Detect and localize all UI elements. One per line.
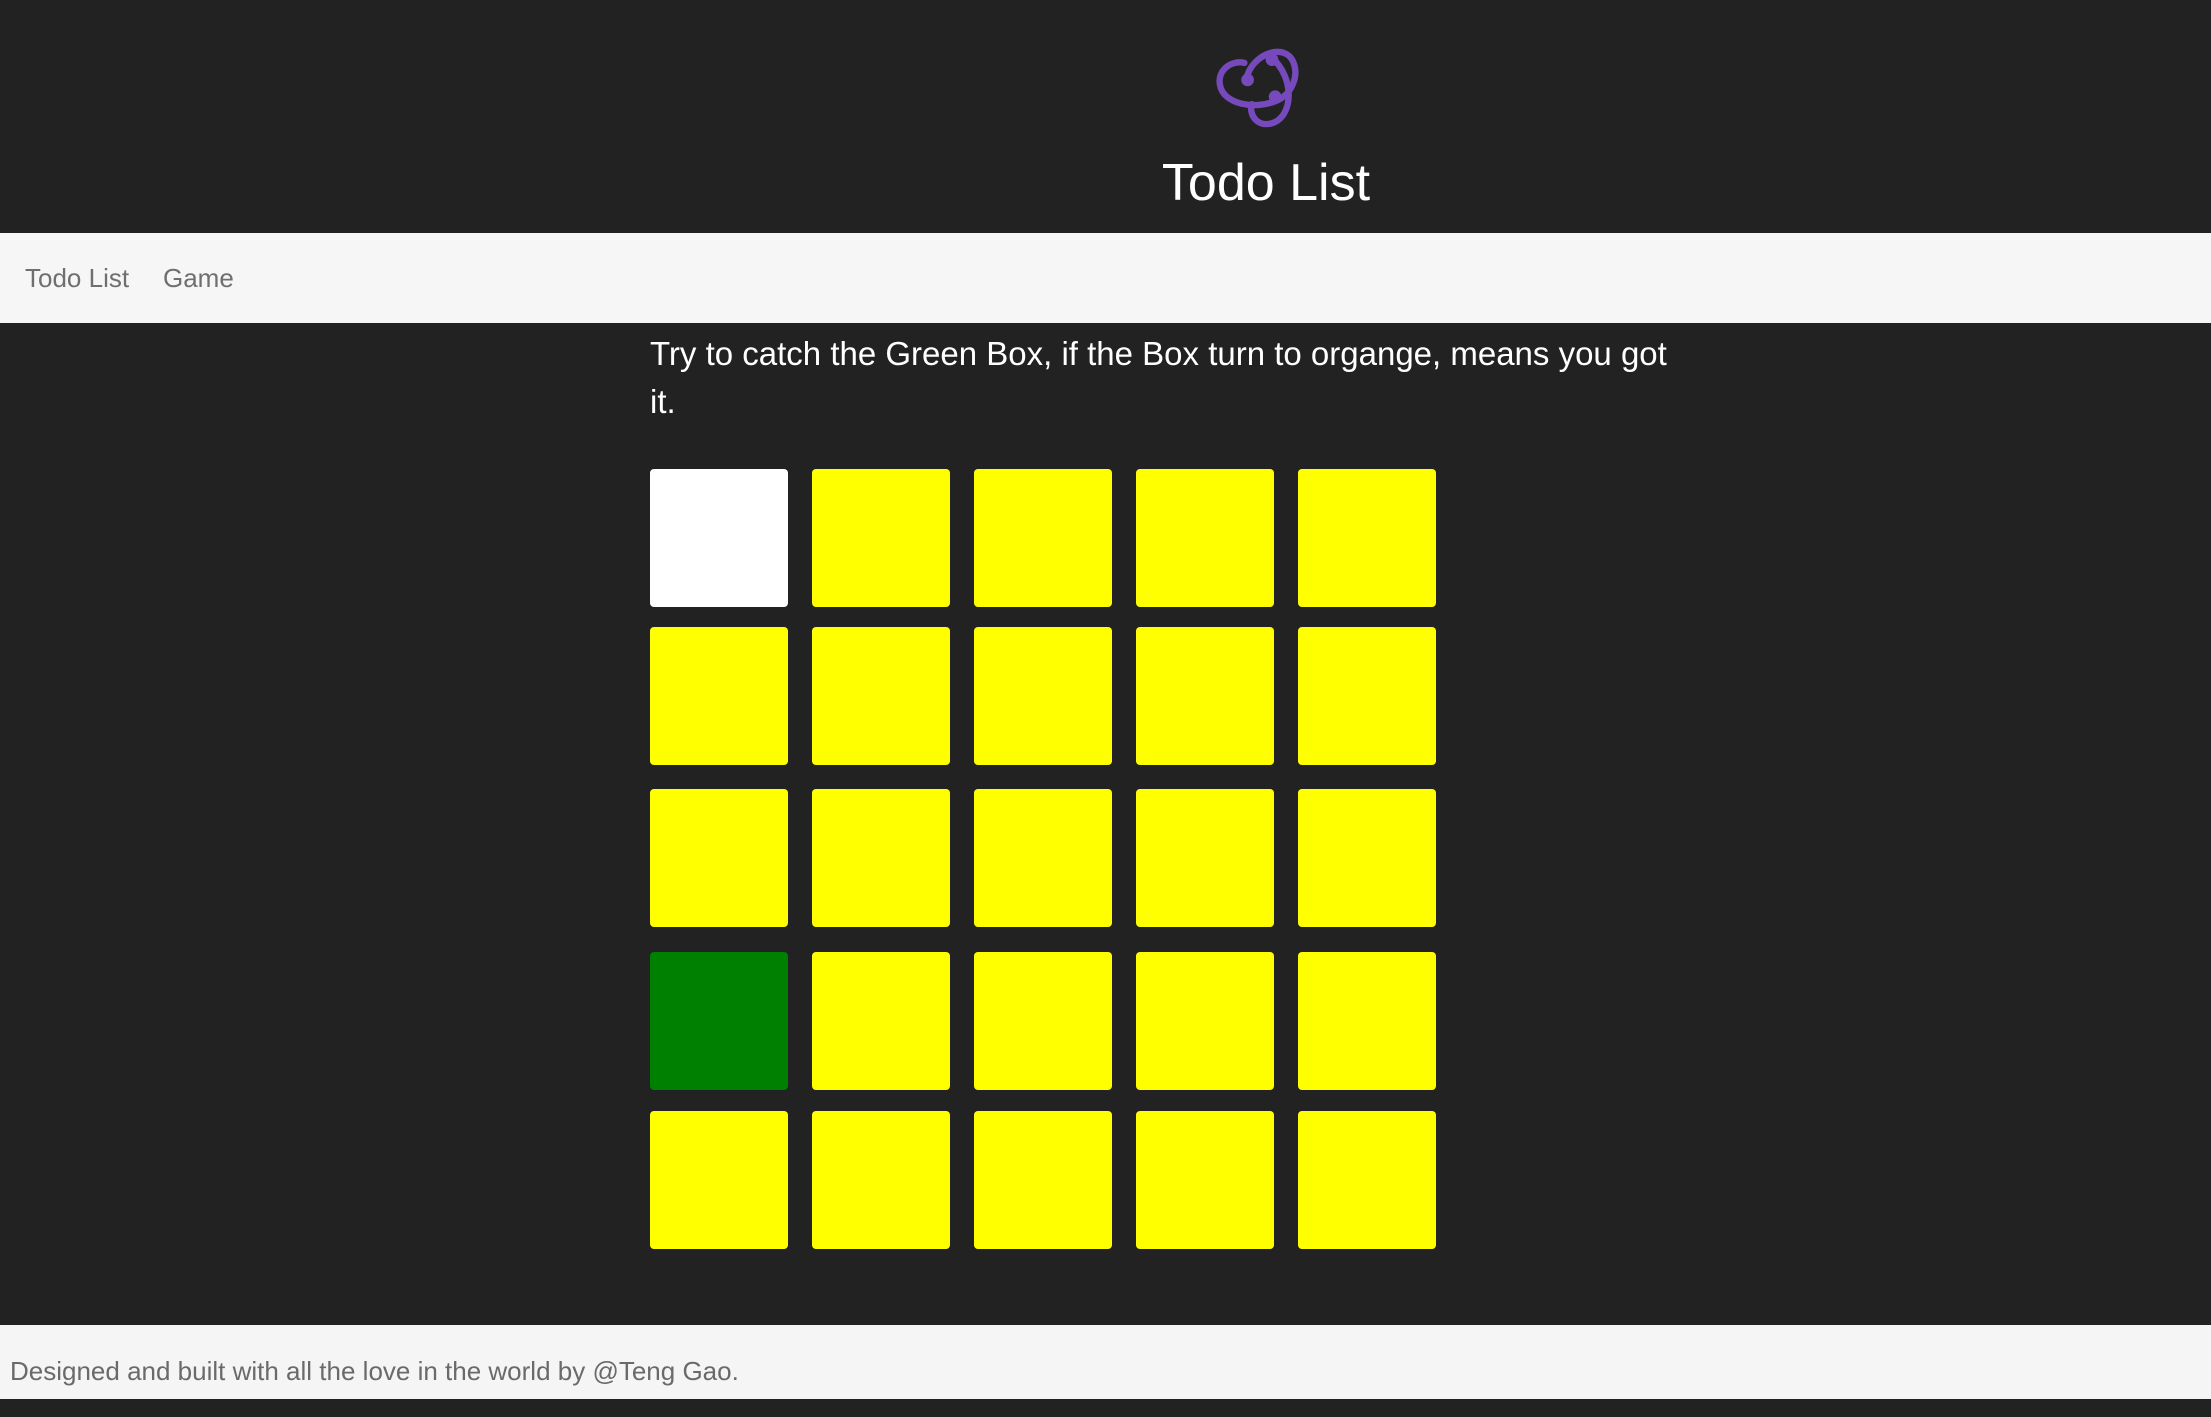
game-box-r5-c3-yellow[interactable] — [974, 1111, 1112, 1249]
nav-link-game[interactable]: Game — [163, 233, 234, 323]
top-navbar: Todo List Game — [0, 233, 2211, 323]
game-box-r3-c3-yellow[interactable] — [974, 789, 1112, 927]
game-box-r3-c1-yellow[interactable] — [650, 789, 788, 927]
nav-link-todo-list[interactable]: Todo List — [25, 233, 129, 323]
game-box-r4-c4-yellow[interactable] — [1136, 952, 1274, 1090]
game-box-r1-c4-yellow[interactable] — [1136, 469, 1274, 607]
game-box-r1-c3-yellow[interactable] — [974, 469, 1112, 607]
game-box-r4-c2-yellow[interactable] — [812, 952, 950, 1090]
app-header: Todo List — [0, 0, 2211, 233]
game-box-r4-c5-yellow[interactable] — [1298, 952, 1436, 1090]
game-box-r3-c2-yellow[interactable] — [812, 789, 950, 927]
game-box-r1-c1-white[interactable] — [650, 469, 788, 607]
game-box-r2-c5-yellow[interactable] — [1298, 627, 1436, 765]
game-grid — [650, 469, 1437, 1249]
game-box-r2-c2-yellow[interactable] — [812, 627, 950, 765]
game-box-r1-c5-yellow[interactable] — [1298, 469, 1436, 607]
game-instructions: Try to catch the Green Box, if the Box t… — [650, 335, 1667, 420]
game-box-r4-c1-green[interactable] — [650, 952, 788, 1090]
redux-logo-icon — [1216, 48, 1299, 128]
game-box-r3-c4-yellow[interactable] — [1136, 789, 1274, 927]
game-box-r3-c5-yellow[interactable] — [1298, 789, 1436, 927]
game-box-r2-c1-yellow[interactable] — [650, 627, 788, 765]
game-box-r1-c2-yellow[interactable] — [812, 469, 950, 607]
game-box-r5-c2-yellow[interactable] — [812, 1111, 950, 1249]
app-title: Todo List — [1161, 154, 1371, 212]
game-box-r2-c4-yellow[interactable] — [1136, 627, 1274, 765]
game-box-r2-c3-yellow[interactable] — [974, 627, 1112, 765]
game-box-r5-c4-yellow[interactable] — [1136, 1111, 1274, 1249]
footer-credit: Designed and built with all the love in … — [10, 1356, 739, 1386]
game-box-r5-c1-yellow[interactable] — [650, 1111, 788, 1249]
page-footer: Designed and built with all the love in … — [0, 1325, 2211, 1399]
game-box-r5-c5-yellow[interactable] — [1298, 1111, 1436, 1249]
game-box-r4-c3-yellow[interactable] — [974, 952, 1112, 1090]
